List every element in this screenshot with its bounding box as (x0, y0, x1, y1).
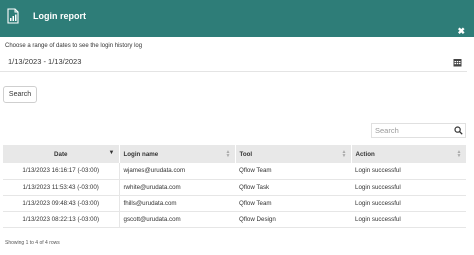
calendar-icon[interactable] (453, 58, 462, 67)
cell-date: 1/13/2023 16:16:17 (-03:00) (3, 163, 119, 180)
sort-icon: ▲ ▼ (341, 149, 347, 159)
cell-tool: Qflow Design (235, 211, 351, 228)
report-icon (7, 8, 19, 24)
table-header-row: Date ▼ Login name ▲ ▼ Tool ▲ ▼ Action ▲ ▼ (3, 145, 467, 163)
table-search-input[interactable] (371, 123, 466, 138)
column-header-action[interactable]: Action ▲ ▼ (351, 145, 467, 163)
search-button[interactable]: Search (3, 86, 37, 103)
page-title: Login report (33, 11, 86, 21)
close-icon[interactable]: ✖ (457, 27, 465, 36)
title-bar: Login report ✖ (0, 0, 474, 37)
date-range-prompt: Choose a range of dates to see the login… (5, 43, 143, 49)
sort-icon: ▲ ▼ (225, 149, 231, 159)
table-row[interactable]: 1/13/2023 16:16:17 (-03:00) wjames@uruda… (3, 163, 466, 180)
cell-action: Login successful (351, 195, 466, 212)
cell-tool: Qflow Task (235, 179, 351, 196)
table-row[interactable]: 1/13/2023 08:22:13 (-03:00) gscott@uruda… (3, 211, 466, 228)
column-header-date[interactable]: Date ▼ (3, 145, 120, 163)
cell-login-name: wjames@urudata.com (118, 163, 235, 180)
table-row[interactable]: 1/13/2023 11:53:43 (-03:00) rwhite@uruda… (3, 179, 466, 196)
table-row[interactable]: 1/13/2023 09:48:43 (-03:00) fhills@uruda… (3, 195, 466, 212)
sort-desc-icon: ▼ (108, 150, 115, 156)
cell-date: 1/13/2023 11:53:43 (-03:00) (3, 179, 119, 196)
column-header-login-name[interactable]: Login name ▲ ▼ (118, 145, 236, 163)
cell-login-name: rwhite@urudata.com (118, 179, 235, 196)
column-header-tool[interactable]: Tool ▲ ▼ (235, 145, 352, 163)
cell-action: Login successful (351, 179, 466, 196)
cell-login-name: gscott@urudata.com (118, 211, 235, 228)
search-icon[interactable] (454, 126, 463, 135)
cell-date: 1/13/2023 08:22:13 (-03:00) (3, 211, 119, 228)
cell-date: 1/13/2023 09:48:43 (-03:00) (3, 195, 119, 212)
cell-tool: Qflow Team (235, 163, 351, 180)
date-range-input[interactable] (0, 52, 467, 72)
cell-action: Login successful (351, 163, 466, 180)
login-report-table: Date ▼ Login name ▲ ▼ Tool ▲ ▼ Action ▲ ▼ 1/13/… (3, 145, 467, 228)
cell-tool: Qflow Team (235, 195, 351, 212)
sort-icon: ▲ ▼ (456, 149, 462, 159)
pagination-info: Showing 1 to 4 of 4 rows (5, 240, 60, 246)
cell-login-name: fhills@urudata.com (118, 195, 235, 212)
cell-action: Login successful (351, 211, 466, 228)
